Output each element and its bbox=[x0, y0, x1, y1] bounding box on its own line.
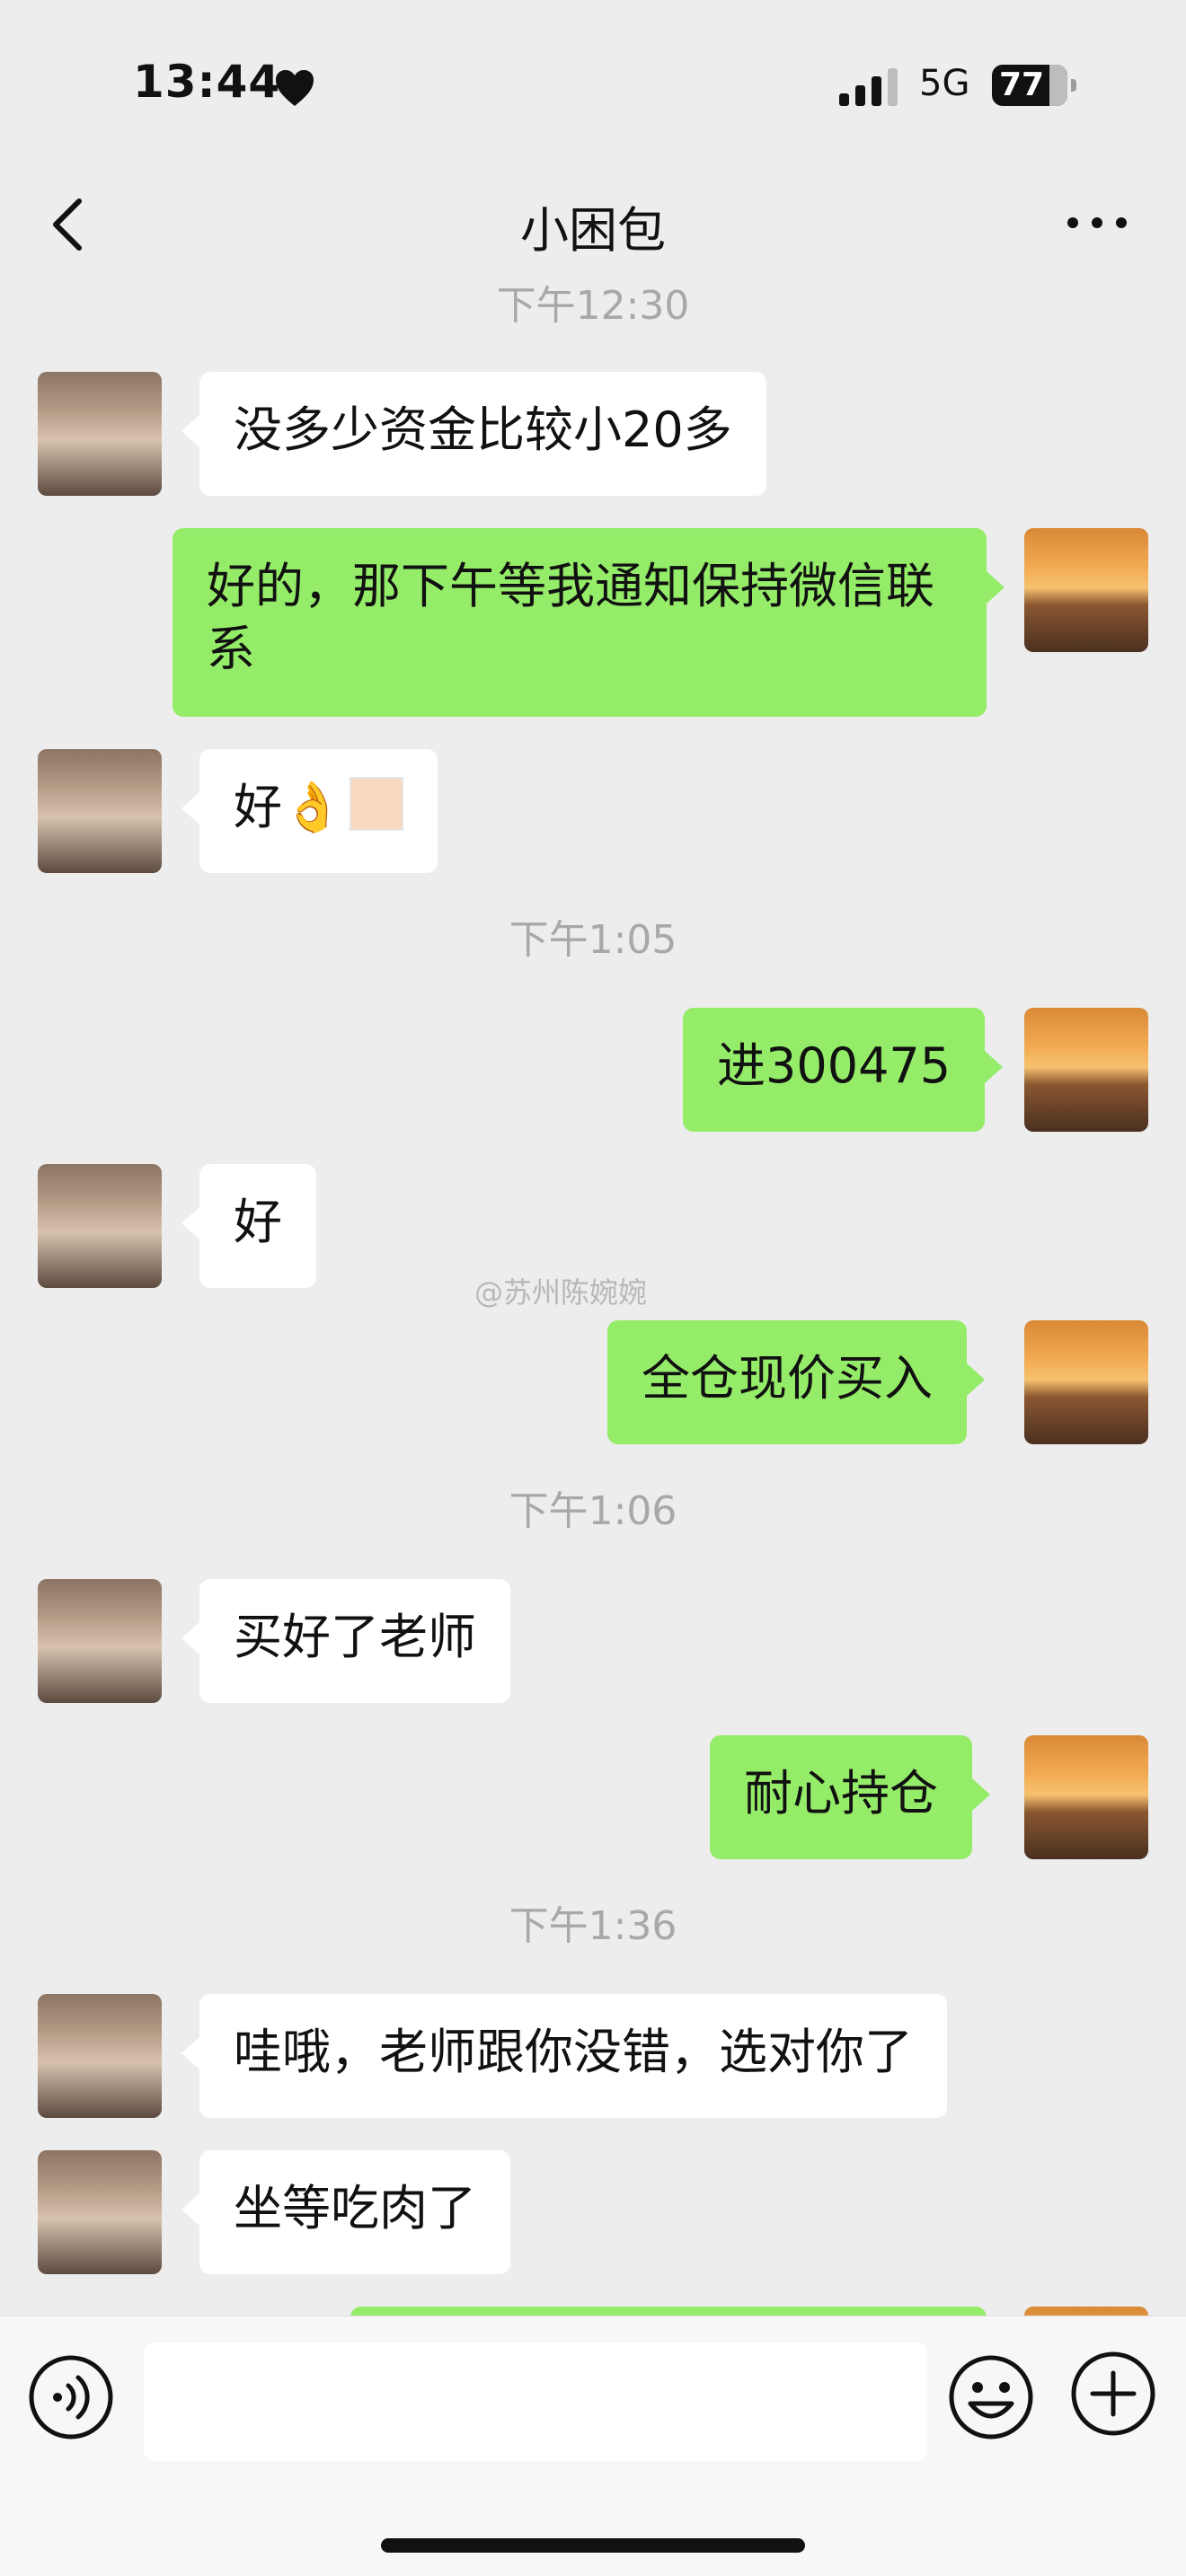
message-bubble-received[interactable]: 坐等吃肉了 bbox=[181, 2150, 510, 2274]
contact-avatar[interactable] bbox=[38, 2150, 162, 2274]
timestamp: 下午1:05 bbox=[509, 917, 677, 963]
message-bubble-received[interactable]: 买好了老师 bbox=[181, 1579, 510, 1703]
timestamp: 下午1:06 bbox=[509, 1488, 677, 1534]
plus-icon[interactable] bbox=[1069, 2350, 1157, 2438]
message-bubble-received[interactable]: 没多少资金比较小20多 bbox=[181, 372, 766, 496]
contact-avatar[interactable] bbox=[38, 1994, 162, 2118]
self-avatar[interactable] bbox=[1024, 1320, 1148, 1444]
chat-title: 小困包 bbox=[520, 202, 666, 259]
message-text: 好👌 bbox=[234, 779, 343, 835]
contact-avatar[interactable] bbox=[38, 1164, 162, 1288]
heart-icon bbox=[276, 70, 314, 106]
message-bubble-sent[interactable]: 耐心持仓 bbox=[710, 1735, 990, 1859]
message-bubble-received[interactable]: 好 bbox=[181, 1164, 316, 1288]
battery-icon: 77 bbox=[992, 65, 1078, 106]
self-avatar[interactable] bbox=[1024, 528, 1148, 652]
contact-avatar[interactable] bbox=[38, 1579, 162, 1703]
contact-avatar[interactable] bbox=[38, 749, 162, 873]
voice-icon[interactable] bbox=[27, 2353, 115, 2441]
message-bubble-sent[interactable]: 进300475 bbox=[683, 1008, 1004, 1132]
message-bubble-received[interactable]: 好👌 bbox=[181, 749, 438, 873]
message-bubble-sent[interactable]: 好的，那下午等我通知保持微信联系 bbox=[173, 528, 1005, 717]
message-bubble-received[interactable]: 哇哦，老师跟你没错，选对你了 bbox=[181, 1994, 947, 2118]
signal-icon bbox=[839, 68, 898, 106]
timestamp: 下午1:36 bbox=[509, 1903, 677, 1949]
message-input[interactable] bbox=[144, 2342, 927, 2461]
chat-screen: 13:44 5G 77 小困包 下午12:30 没多少资金比较小20多 好的，那… bbox=[0, 0, 1186, 2576]
battery-level: 77 bbox=[998, 66, 1045, 103]
message-bubble-sent[interactable]: 全仓现价买入 bbox=[607, 1320, 985, 1444]
network-label: 5G bbox=[919, 63, 970, 104]
watermark: @苏州陈婉婉 bbox=[474, 1275, 648, 1310]
home-indicator[interactable] bbox=[381, 2538, 805, 2553]
emoji-icon[interactable] bbox=[947, 2353, 1035, 2441]
more-dots-icon[interactable] bbox=[1066, 212, 1128, 234]
emoji-placeholder-icon bbox=[350, 777, 404, 831]
status-time: 13:44 bbox=[133, 56, 281, 108]
timestamp: 下午12:30 bbox=[496, 283, 690, 329]
self-avatar[interactable] bbox=[1024, 1008, 1148, 1132]
self-avatar[interactable] bbox=[1024, 1735, 1148, 1859]
contact-avatar[interactable] bbox=[38, 372, 162, 496]
